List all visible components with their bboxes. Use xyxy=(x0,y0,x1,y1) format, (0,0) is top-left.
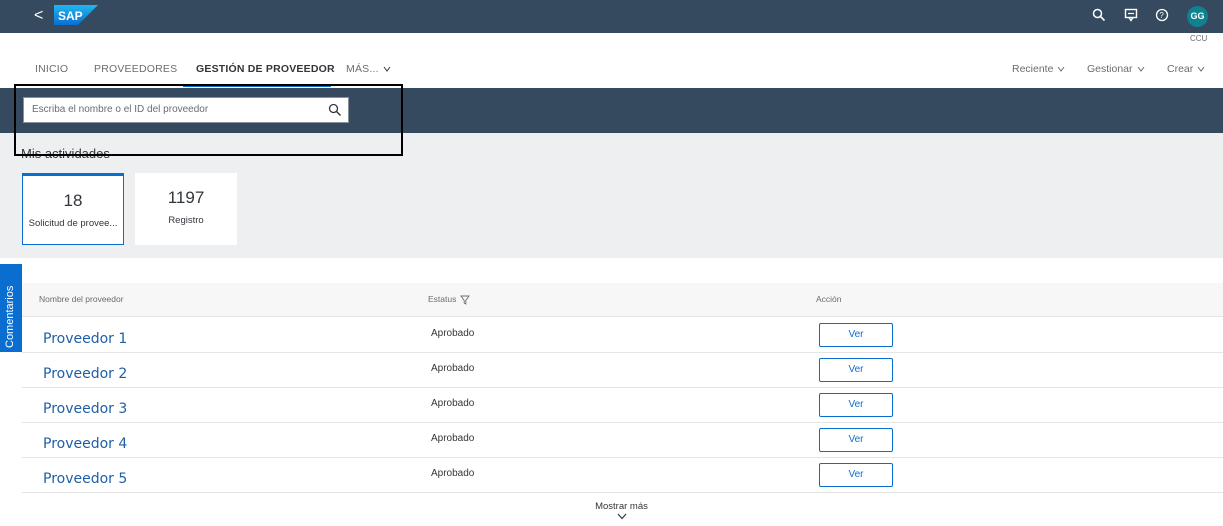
table-row: Proveedor 5 Aprobado Ver xyxy=(22,458,1223,493)
back-button[interactable]: < xyxy=(34,6,43,26)
sap-logo[interactable]: SAP xyxy=(54,5,98,25)
menu-gestionar[interactable]: Gestionar xyxy=(1087,63,1145,75)
menu-reciente[interactable]: Reciente xyxy=(1012,63,1065,75)
menu-crear[interactable]: Crear xyxy=(1167,63,1205,75)
search-icon[interactable] xyxy=(328,103,342,117)
avatar[interactable]: GG xyxy=(1187,6,1208,27)
table-header xyxy=(22,283,1223,317)
show-more-button[interactable]: Mostrar más xyxy=(0,501,1223,512)
column-header-status-label: Estatus xyxy=(428,294,457,304)
chevron-down-icon xyxy=(1197,66,1205,73)
supplier-name[interactable]: Proveedor 4 xyxy=(43,436,127,452)
table-row: Proveedor 2 Aprobado Ver xyxy=(22,353,1223,388)
logo-text: SAP xyxy=(58,9,83,23)
chevron-down-icon[interactable] xyxy=(617,513,627,520)
ver-button[interactable]: Ver xyxy=(819,358,893,382)
table-row: Proveedor 3 Aprobado Ver xyxy=(22,388,1223,423)
tile-registro[interactable]: 1197 Registro xyxy=(135,173,237,245)
ver-button[interactable]: Ver xyxy=(819,428,893,452)
search-placeholder: Escriba el nombre o el ID del proveedor xyxy=(32,104,209,115)
supplier-search-input[interactable]: Escriba el nombre o el ID del proveedor xyxy=(23,97,349,123)
tab-proveedores[interactable]: PROVEEDORES xyxy=(94,63,177,75)
status-text: Aprobado xyxy=(431,468,475,479)
supplier-name[interactable]: Proveedor 1 xyxy=(43,331,127,347)
activities-title: Mis actividades xyxy=(21,146,110,161)
tile-value: 1197 xyxy=(167,188,205,207)
ver-button[interactable]: Ver xyxy=(819,393,893,417)
tab-inicio[interactable]: INICIO xyxy=(35,63,68,75)
supplier-name[interactable]: Proveedor 2 xyxy=(43,366,127,382)
tab-mas-label: MÁS... xyxy=(346,63,379,75)
column-header-action: Acción xyxy=(816,294,842,304)
help-icon[interactable]: ? xyxy=(1155,8,1171,24)
status-text: Aprobado xyxy=(431,363,475,374)
column-header-name: Nombre del proveedor xyxy=(39,294,124,304)
supplier-name[interactable]: Proveedor 5 xyxy=(43,471,127,487)
feedback-icon[interactable] xyxy=(1124,8,1140,24)
tile-label: Solicitud de provee... xyxy=(28,218,118,229)
column-header-status[interactable]: Estatus xyxy=(428,294,471,305)
table-row: Proveedor 1 Aprobado Ver xyxy=(22,318,1223,353)
table-row: Proveedor 4 Aprobado Ver xyxy=(22,423,1223,458)
tab-bar: INICIO PROVEEDORES GESTIÓN DE PROVEEDOR … xyxy=(0,52,1223,88)
status-text: Aprobado xyxy=(431,433,475,444)
chevron-down-icon xyxy=(1137,66,1144,73)
menu-gestionar-label: Gestionar xyxy=(1087,63,1133,75)
menu-reciente-label: Reciente xyxy=(1012,63,1054,75)
tab-gestion-de-proveedor[interactable]: GESTIÓN DE PROVEEDOR xyxy=(196,63,335,75)
ver-button[interactable]: Ver xyxy=(819,323,893,347)
supplier-name[interactable]: Proveedor 3 xyxy=(43,401,127,417)
status-text: Aprobado xyxy=(431,398,475,409)
filter-icon[interactable] xyxy=(460,295,471,305)
svg-text:?: ? xyxy=(1159,11,1164,20)
menu-crear-label: Crear xyxy=(1167,63,1194,75)
tile-solicitud[interactable]: 18 Solicitud de provee... xyxy=(22,173,124,245)
comentarios-tab[interactable]: Comentarios xyxy=(0,264,22,352)
tab-mas[interactable]: MÁS... xyxy=(346,63,391,75)
ver-button[interactable]: Ver xyxy=(819,463,893,487)
company-label: CCU xyxy=(1190,34,1208,43)
tile-label: Registro xyxy=(168,215,204,226)
shell-bar: < SAP ? GG xyxy=(0,0,1223,33)
chevron-down-icon xyxy=(383,66,391,73)
chevron-down-icon xyxy=(1058,66,1065,73)
status-text: Aprobado xyxy=(431,328,475,339)
tile-value: 18 xyxy=(63,191,83,210)
active-tab-indicator xyxy=(183,84,331,87)
search-icon[interactable] xyxy=(1092,8,1108,24)
comentarios-label: Comentarios xyxy=(4,285,16,348)
